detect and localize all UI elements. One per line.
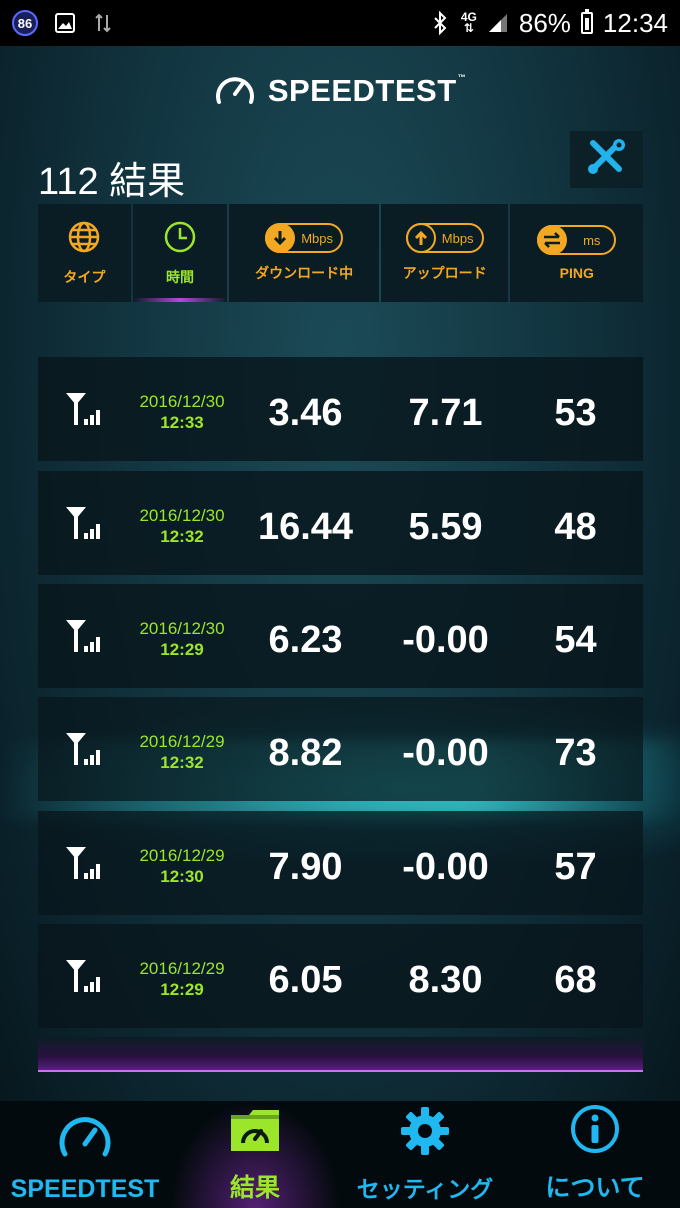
upload-unit-pill: Mbps bbox=[405, 223, 484, 253]
result-row[interactable]: 2016/12/29 12:32 8.82 -0.00 73 bbox=[38, 697, 643, 801]
download-value: 7.90 bbox=[268, 846, 343, 888]
ping-icon bbox=[537, 225, 568, 255]
result-datetime: 2016/12/29 12:32 bbox=[139, 732, 225, 772]
ping-value: 48 bbox=[554, 506, 597, 548]
notification-badge: 86 bbox=[12, 10, 38, 36]
cellular-signal-icon bbox=[64, 845, 108, 881]
sort-upload-label: アップロード bbox=[402, 265, 487, 281]
upload-icon bbox=[405, 223, 436, 253]
upload-value: -0.00 bbox=[402, 846, 489, 888]
bluetooth-icon bbox=[429, 11, 451, 35]
gallery-icon bbox=[54, 12, 76, 34]
gear-icon bbox=[399, 1105, 451, 1164]
upload-value: -0.00 bbox=[402, 732, 489, 774]
upload-value: -0.00 bbox=[402, 619, 489, 661]
result-row-partial[interactable] bbox=[38, 1037, 643, 1072]
result-datetime: 2016/12/30 12:32 bbox=[139, 506, 225, 546]
ping-value: 68 bbox=[554, 959, 597, 1001]
nav-speedtest-label: SPEEDTEST bbox=[10, 1175, 160, 1203]
clock-icon bbox=[163, 220, 197, 257]
result-row[interactable]: 2016/12/29 12:29 6.05 8.30 68 bbox=[38, 924, 643, 1028]
download-icon bbox=[265, 223, 296, 253]
globe-icon bbox=[67, 220, 101, 257]
sort-bar: タイプ 時間 Mbps ダウンロード中 Mbps アップロード ms PING bbox=[38, 204, 644, 302]
result-row[interactable]: 2016/12/30 12:33 3.46 7.71 53 bbox=[38, 357, 643, 461]
nav-about-label: について bbox=[545, 1174, 645, 1202]
ping-unit-pill: ms bbox=[537, 225, 617, 255]
nav-about[interactable]: について bbox=[510, 1101, 680, 1208]
battery-icon bbox=[580, 9, 593, 34]
battery-percent: 86% bbox=[518, 7, 571, 38]
speedtest-gauge-icon bbox=[214, 70, 256, 111]
upload-value: 8.30 bbox=[408, 959, 483, 1001]
sort-time-label: 時間 bbox=[166, 268, 195, 285]
sort-download[interactable]: Mbps ダウンロード中 bbox=[229, 204, 379, 302]
bottom-nav: SPEEDTEST 結果 セッティング について bbox=[0, 1101, 680, 1208]
result-row[interactable]: 2016/12/30 12:32 16.44 5.59 48 bbox=[38, 471, 643, 575]
page-title: 112 結果 bbox=[38, 161, 186, 203]
cellular-signal-icon bbox=[64, 505, 108, 541]
download-value: 6.05 bbox=[268, 959, 343, 1001]
nav-speedtest[interactable]: SPEEDTEST bbox=[0, 1101, 170, 1208]
data-sync-icon bbox=[92, 12, 114, 34]
results-folder-icon bbox=[227, 1105, 283, 1162]
signal-strength-icon bbox=[487, 12, 509, 34]
ping-value: 54 bbox=[554, 619, 597, 661]
gauge-icon bbox=[57, 1110, 113, 1169]
sort-type[interactable]: タイプ bbox=[38, 204, 131, 302]
download-value: 8.82 bbox=[268, 732, 343, 774]
brand-name: SPEEDTEST™ bbox=[267, 72, 467, 108]
result-datetime: 2016/12/30 12:33 bbox=[139, 392, 225, 432]
ping-value: 57 bbox=[554, 846, 597, 888]
nav-results[interactable]: 結果 bbox=[170, 1101, 340, 1208]
nav-settings[interactable]: セッティング bbox=[340, 1101, 510, 1208]
nav-results-label: 結果 bbox=[229, 1174, 280, 1202]
cellular-signal-icon bbox=[64, 731, 108, 767]
download-unit-pill: Mbps bbox=[265, 223, 344, 253]
result-row[interactable]: 2016/12/30 12:29 6.23 -0.00 54 bbox=[38, 584, 643, 688]
network-type: 4G ⇅ bbox=[460, 10, 477, 35]
sort-time[interactable]: 時間 bbox=[132, 204, 228, 302]
upload-value: 5.59 bbox=[408, 506, 483, 548]
download-value: 16.44 bbox=[257, 506, 354, 548]
sort-ping-label: PING bbox=[559, 265, 594, 281]
ping-value: 53 bbox=[554, 392, 597, 434]
cellular-signal-icon bbox=[64, 391, 108, 427]
speedtest-logo: SPEEDTEST™ bbox=[0, 70, 680, 111]
info-icon bbox=[569, 1103, 621, 1162]
result-row[interactable]: 2016/12/29 12:30 7.90 -0.00 57 bbox=[38, 811, 643, 915]
download-value: 3.46 bbox=[268, 392, 343, 434]
upload-value: 7.71 bbox=[408, 392, 483, 434]
result-datetime: 2016/12/29 12:29 bbox=[139, 959, 225, 999]
tools-button[interactable] bbox=[570, 131, 643, 188]
tools-icon bbox=[585, 137, 629, 182]
ping-value: 73 bbox=[554, 732, 597, 774]
nav-settings-label: セッティング bbox=[356, 1176, 494, 1202]
result-datetime: 2016/12/30 12:29 bbox=[139, 619, 225, 659]
sort-upload[interactable]: Mbps アップロード bbox=[380, 204, 509, 302]
download-value: 6.23 bbox=[268, 619, 343, 661]
cellular-signal-icon bbox=[64, 618, 108, 654]
status-bar: 86 4G ⇅ 86% 12:34 bbox=[0, 0, 680, 46]
clock-time: 12:34 bbox=[602, 7, 668, 38]
sort-download-label: ダウンロード中 bbox=[255, 265, 354, 281]
sort-ping[interactable]: ms PING bbox=[510, 204, 644, 302]
result-datetime: 2016/12/29 12:30 bbox=[139, 846, 225, 886]
sort-type-label: タイプ bbox=[63, 268, 106, 285]
cellular-signal-icon bbox=[64, 958, 108, 994]
